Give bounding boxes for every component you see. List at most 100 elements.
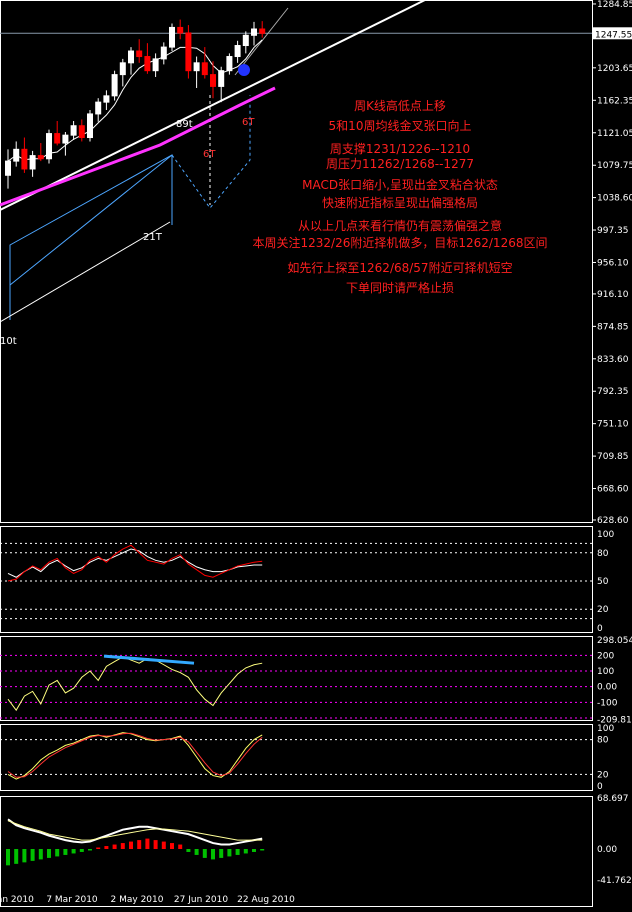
price-tick-label: 833.60 [597, 355, 629, 365]
stoch-tick-label: 100 [597, 724, 614, 734]
annotation-text: 5和10周均线金叉张口向上 [329, 118, 472, 133]
macd-histogram-bar [63, 848, 68, 855]
chart-canvas: 1284.85 1203.65 1162.35 1121.05 1079.75 1038.… [0, 0, 632, 907]
price-tick-label: 1079.75 [597, 161, 632, 171]
macd-histogram-bar [38, 848, 43, 860]
candle-body [46, 133, 52, 160]
price-tick-label: 1038.60 [597, 194, 632, 204]
current-price-label: 1247.55 [595, 30, 632, 40]
candle-body [111, 74, 118, 97]
annotation-text: 周支撑1231/1226--1210 [330, 141, 470, 156]
macd-series-line [7, 820, 263, 841]
annotation-text: 下单同时请严格止损 [346, 280, 454, 295]
candle-body [103, 95, 110, 103]
macd-histogram-bar [145, 838, 150, 849]
rsi-series-line [7, 544, 263, 582]
macd-histogram-bar [88, 848, 92, 851]
candle-body [13, 148, 20, 162]
rsi-tick-label: 20 [597, 605, 609, 615]
price-tick-label: 874.85 [597, 322, 629, 332]
candle-body [62, 134, 69, 144]
candle-body [259, 28, 266, 34]
macd-histogram-bar [14, 848, 19, 864]
date-tick-label: 22 Aug 2010 [237, 895, 295, 905]
candle-body [251, 28, 257, 36]
candle-body [70, 125, 77, 136]
cci-tick-label: 0.00 [597, 683, 617, 693]
annotation-text: MACD张口缩小,呈现出金叉粘合状态 [302, 177, 498, 192]
macd-histogram-bar [235, 848, 240, 855]
panel-frame-2 [0, 636, 593, 721]
macd-histogram-bar [243, 848, 248, 854]
macd-histogram-bar [170, 843, 174, 849]
date-tick-label: 7 Mar 2010 [46, 895, 98, 905]
candle-body [160, 46, 167, 60]
cycle-label-6t-b: 6T [242, 117, 255, 128]
candle-body [95, 101, 102, 115]
macd-histogram-bar [161, 841, 166, 849]
price-tick-label: 1203.65 [597, 64, 632, 74]
stoch-tick-label: 0 [597, 782, 603, 792]
price-tick-label: 997.35 [597, 226, 629, 236]
macd-histogram-bar [129, 841, 133, 849]
chart-root: 1284.85 1203.65 1162.35 1121.05 1079.75 1038.… [0, 0, 632, 908]
macd-tick-label: -41.762 [597, 876, 632, 886]
macd-histogram-bar [178, 844, 183, 849]
cci-tick-label: -100 [597, 698, 618, 708]
candle-body [152, 58, 159, 72]
macd-histogram-bar [22, 848, 27, 863]
candle-body [242, 34, 249, 47]
candle-body [201, 62, 208, 76]
price-tick-label: 916.10 [597, 290, 629, 300]
candle-body [87, 113, 93, 139]
annotation-text: 周K线高低点上移 [354, 98, 446, 113]
candle-body [128, 50, 134, 64]
panel-frame-1 [0, 526, 593, 633]
rsi-tick-label: 0 [597, 624, 603, 634]
macd-histogram-bar [71, 848, 76, 854]
macd-tick-label: 68.697 [597, 794, 629, 804]
candle-body [234, 45, 241, 58]
cci-tick-label: 298.054 [597, 636, 632, 646]
macd-histogram-bar [202, 848, 207, 858]
price-tick-label: 628.60 [597, 516, 629, 526]
candle-body [144, 56, 151, 72]
candle-body [29, 155, 36, 170]
cycle-label-21t: 21T [143, 232, 163, 243]
date-tick-label: 27 Jun 2010 [174, 895, 228, 905]
annotation-text: 从以上几点来看行情仍有震荡偏强之意 [298, 218, 502, 233]
cycle-label-10t: 10t [0, 336, 17, 347]
candle-body [226, 56, 233, 72]
price-tick-label: 1162.35 [597, 96, 632, 106]
macd-histogram-bar [227, 848, 232, 857]
annotation-text: 如先行上探至1262/68/57附近可择机短空 [287, 260, 512, 275]
candle-body [177, 26, 184, 34]
cci-tick-label: 200 [597, 651, 614, 661]
rsi-tick-label: 80 [597, 549, 609, 559]
candle-body [37, 155, 44, 160]
price-tick-label: 792.35 [597, 387, 629, 397]
macd-histogram-bar [6, 848, 10, 866]
price-tick-label: 1121.05 [597, 129, 632, 139]
macd-histogram-bar [55, 848, 60, 857]
price-tick-label: 1284.85 [597, 0, 632, 10]
candle-body [54, 133, 61, 144]
annotation-text: 周压力11262/1268--1277 [326, 157, 474, 171]
macd-histogram-bar [96, 847, 101, 849]
macd-histogram-bar [186, 848, 191, 852]
candle-body [193, 62, 200, 72]
panel-frame-4 [0, 796, 593, 907]
rsi-tick-label: 50 [597, 577, 609, 587]
macd-histogram-bar [112, 844, 117, 849]
panel-frame-3 [0, 724, 593, 791]
candle-body [210, 74, 216, 87]
cycle-label-89t: 89t [176, 119, 193, 130]
price-tick-label: 668.60 [597, 485, 629, 495]
price-tick-label: 956.10 [597, 258, 629, 268]
candle-body [218, 70, 225, 87]
macd-histogram-bar [47, 848, 51, 858]
macd-histogram-bar [211, 848, 215, 860]
candle-body [5, 160, 11, 176]
candle-body [136, 50, 143, 58]
candle-body [21, 148, 28, 170]
